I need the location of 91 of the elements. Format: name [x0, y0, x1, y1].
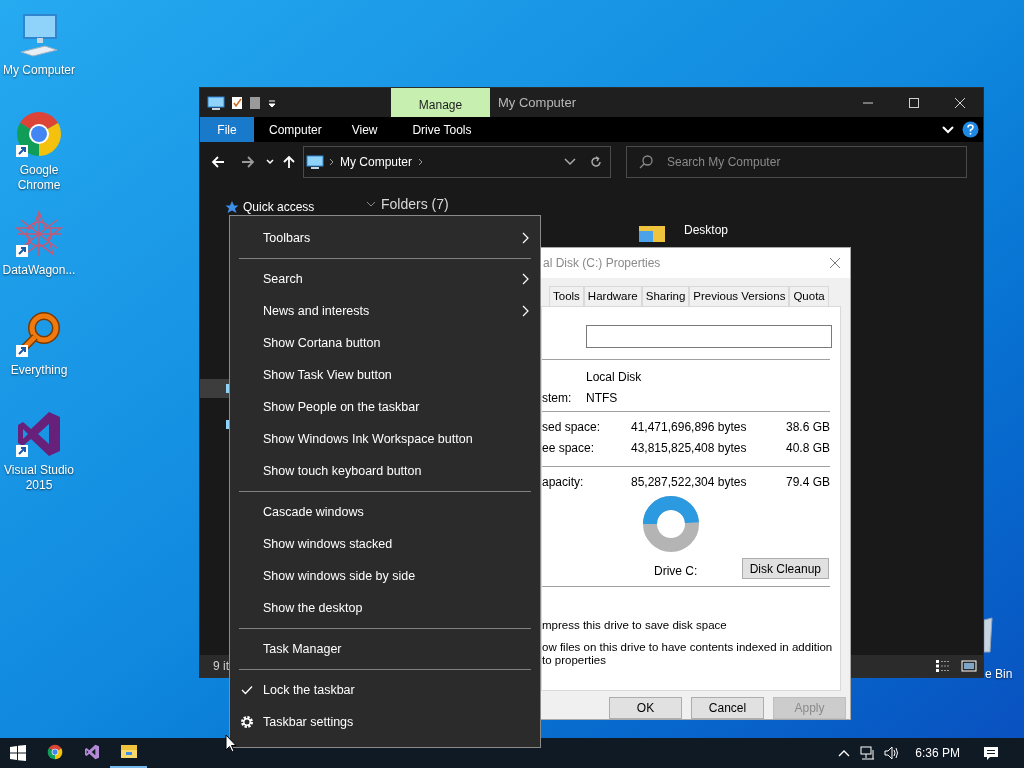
tab[interactable]: Quota — [789, 286, 829, 306]
nav-item[interactable]: Quick access — [200, 197, 358, 216]
refresh-icon[interactable] — [590, 156, 602, 168]
chevron-icon[interactable] — [418, 158, 425, 166]
expand-ribbon-icon[interactable] — [942, 124, 954, 135]
folder-name[interactable]: Desktop — [684, 221, 729, 239]
menu-item[interactable]: Show Windows Ink Workspace button — [230, 423, 540, 455]
drive-name-field[interactable] — [586, 325, 832, 348]
menu-item[interactable]: Show Cortana button — [230, 327, 540, 359]
size-value: 40.8 GB — [786, 439, 831, 457]
dialog-button[interactable]: Cancel — [691, 697, 764, 719]
status-text: 9 it — [213, 658, 229, 675]
tab[interactable]: Tools — [549, 286, 584, 306]
menu-item[interactable]: Show People on the taskbar — [230, 391, 540, 423]
option-label: ow files on this drive to have contents indexed in addition to properties — [542, 641, 834, 667]
menu-item[interactable]: Show windows stacked — [230, 528, 540, 560]
space-label: apacity: — [542, 473, 585, 491]
recent-dropdown-icon[interactable] — [265, 158, 275, 166]
byte-count: 43,815,825,408 bytes — [631, 439, 748, 457]
windows-logo-icon — [10, 745, 26, 761]
clock[interactable]: 6:36 PM — [915, 744, 960, 762]
menu-item[interactable]: News and interests — [230, 295, 540, 327]
properties-icon[interactable] — [231, 95, 243, 110]
ribbon-tab[interactable]: View — [336, 117, 393, 142]
file-system-value: NTFS — [586, 389, 618, 407]
menu-item[interactable]: Show the desktop — [230, 592, 540, 624]
disk-usage-donut — [641, 494, 701, 554]
ribbon-tab[interactable]: Computer — [254, 117, 337, 142]
icon-label[interactable]: e Bin — [985, 665, 1013, 683]
search-field[interactable]: Search My Computer — [626, 146, 967, 178]
chevron-up-icon[interactable] — [838, 749, 851, 757]
tab[interactable]: Previous Versions — [689, 286, 790, 306]
file-menu-button[interactable]: File — [200, 117, 254, 142]
search-icon — [639, 155, 653, 169]
large-icons-view-icon[interactable] — [961, 660, 977, 672]
menu-item[interactable]: Search — [230, 263, 540, 295]
drive-label: Drive C: — [654, 563, 698, 580]
byte-count: 85,287,522,304 bytes — [631, 473, 748, 491]
nav-item[interactable] — [200, 379, 231, 398]
checkmark-icon — [240, 685, 253, 695]
size-value: 79.4 GB — [786, 473, 831, 491]
field-label: stem: — [542, 389, 573, 407]
notification-icon[interactable] — [983, 745, 999, 761]
star-icon — [225, 199, 239, 214]
address-path[interactable]: My Computer — [340, 153, 413, 171]
drive-type-value: Local Disk — [586, 368, 642, 386]
maximize-icon[interactable] — [908, 96, 920, 109]
chrome-icon[interactable] — [15, 110, 63, 158]
space-label: ee space: — [542, 439, 596, 457]
details-view-icon[interactable] — [935, 659, 951, 673]
up-icon[interactable] — [283, 155, 295, 169]
menu-item[interactable]: Toolbars — [230, 222, 540, 254]
option-label: mpress this drive to save disk space — [542, 619, 728, 632]
menu-item[interactable]: Show windows side by side — [230, 560, 540, 592]
menu-item[interactable]: Cascade windows — [230, 496, 540, 528]
visual-studio-icon — [83, 744, 100, 760]
menu-item[interactable]: Task Manager — [230, 633, 540, 665]
magnifier-icon[interactable] — [15, 310, 63, 358]
space-label: sed space: — [542, 418, 602, 436]
folder-icon — [119, 743, 138, 761]
address-bar[interactable]: My Computer — [303, 146, 611, 178]
back-icon[interactable] — [211, 156, 225, 168]
volume-icon[interactable] — [884, 746, 901, 760]
tab[interactable]: Sharing — [641, 286, 690, 306]
section-header[interactable]: Folders (7) — [381, 194, 449, 215]
forward-icon[interactable] — [241, 156, 255, 168]
menu-item[interactable]: Taskbar settings — [230, 706, 540, 738]
page-icon[interactable] — [249, 95, 261, 110]
chevron-icon — [329, 158, 335, 166]
dialog-button[interactable]: OK — [609, 697, 682, 719]
dialog-title: al Disk (C:) Properties — [543, 255, 662, 272]
tab[interactable]: Hardware — [583, 286, 642, 306]
ribbon-tab[interactable]: Drive Tools — [392, 117, 492, 142]
nav-label: Quick access — [243, 198, 315, 216]
disk-cleanup-button[interactable]: Disk Cleanup — [741, 558, 829, 579]
contextual-tab-label[interactable]: Manage — [391, 88, 490, 117]
network-star-icon[interactable] — [15, 210, 63, 258]
menu-item[interactable]: Show touch keyboard button — [230, 455, 540, 487]
collapse-icon[interactable] — [366, 200, 376, 209]
chrome-icon — [46, 744, 63, 760]
mouse-cursor-icon — [225, 734, 237, 753]
byte-count: 41,471,696,896 bytes — [631, 418, 748, 436]
size-value: 38.6 GB — [786, 418, 831, 436]
help-icon[interactable] — [962, 121, 979, 138]
menu-item[interactable]: Show Task View button — [230, 359, 540, 391]
visual-studio-icon[interactable] — [15, 410, 63, 458]
menu-item[interactable]: Lock the taskbar — [230, 674, 540, 706]
window-title: My Computer — [497, 93, 578, 112]
settings-icon — [239, 715, 254, 729]
folder-icon[interactable] — [638, 225, 666, 242]
dropdown-icon[interactable] — [564, 158, 576, 166]
